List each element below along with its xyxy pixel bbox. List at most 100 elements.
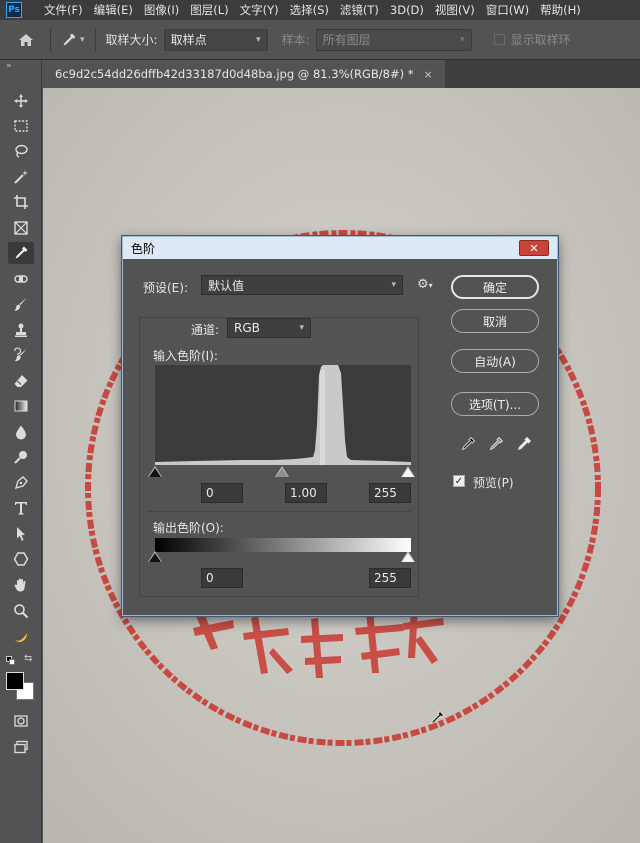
crop-icon: [14, 195, 28, 209]
gradient-tool[interactable]: [8, 395, 34, 417]
sample-select: 所有图层 ▾: [315, 28, 472, 51]
photoshop-logo: Ps: [6, 2, 22, 18]
menu-edit[interactable]: 编辑(E): [94, 2, 133, 18]
frame-tool[interactable]: [8, 217, 34, 239]
dialog-title-bar[interactable]: 色阶 ✕: [123, 237, 557, 259]
eyedropper-icon: [63, 33, 76, 45]
quick-mask-button[interactable]: [8, 710, 34, 732]
hexagon-icon: [13, 552, 29, 566]
auto-button-label: 自动(A): [474, 354, 516, 369]
home-button[interactable]: [12, 26, 40, 54]
sample-value: 所有图层: [322, 33, 371, 47]
input-white-value: 255: [374, 486, 397, 500]
output-black-handle[interactable]: [149, 553, 161, 562]
channel-label: 通道:: [189, 321, 222, 338]
swap-colors-icon[interactable]: ⇆: [24, 653, 32, 664]
levels-dialog: 色阶 ✕ 预设(E): 默认值 ▾ ⚙▾ 通道: RGB ▾ 输入色阶(I):: [122, 236, 558, 616]
eraser-tool[interactable]: [8, 370, 34, 392]
default-colors-icon[interactable]: [6, 656, 16, 666]
input-white-field[interactable]: 255: [369, 483, 411, 503]
input-levels-label: 输入色阶(I):: [153, 349, 218, 363]
menu-view[interactable]: 视图(V): [435, 2, 475, 18]
output-levels-slider[interactable]: [148, 550, 415, 564]
cancel-button[interactable]: 取消: [451, 309, 539, 333]
hand-tool[interactable]: [8, 574, 34, 596]
input-white-handle[interactable]: [402, 468, 414, 477]
black-point-eyedropper[interactable]: [457, 433, 479, 455]
gray-point-eyedropper[interactable]: [485, 433, 507, 455]
menu-select[interactable]: 选择(S): [290, 2, 329, 18]
preset-value: 默认值: [208, 278, 245, 293]
document-tab-bar: 6c9d2c54dd26dffb42d33187d0d48ba.jpg @ 81…: [43, 60, 640, 88]
ok-button[interactable]: 确定: [451, 275, 539, 299]
preset-select[interactable]: 默认值 ▾: [201, 275, 403, 295]
sample-label: 样本:: [281, 33, 310, 47]
stamp-icon: [15, 323, 27, 337]
pen-tool[interactable]: [8, 472, 34, 494]
dodge-tool[interactable]: [8, 446, 34, 468]
chevron-down-icon: ▾: [460, 34, 465, 45]
output-white-handle[interactable]: [402, 553, 414, 562]
auto-button[interactable]: 自动(A): [451, 349, 539, 373]
close-icon[interactable]: ×: [424, 68, 433, 81]
menu-help[interactable]: 帮助(H): [540, 2, 581, 18]
preset-options-gear-icon[interactable]: ⚙▾: [417, 277, 433, 292]
banana-tool[interactable]: [8, 626, 34, 648]
output-black-value: 0: [206, 571, 214, 585]
history-brush-icon: [13, 347, 27, 362]
magic-wand-icon: [14, 170, 28, 184]
white-point-eyedropper[interactable]: [513, 433, 535, 455]
input-black-field[interactable]: 0: [201, 483, 243, 503]
crop-tool[interactable]: [8, 191, 34, 213]
gradient-icon: [14, 400, 28, 412]
input-gamma-handle[interactable]: [276, 468, 288, 477]
brush-tool[interactable]: [8, 293, 34, 315]
history-brush-tool[interactable]: [8, 344, 34, 366]
channel-select[interactable]: RGB ▾: [227, 318, 311, 338]
marquee-tool[interactable]: [8, 115, 34, 137]
zoom-tool[interactable]: [8, 600, 34, 622]
clone-stamp-tool[interactable]: [8, 319, 34, 341]
preview-checkbox[interactable]: ✓: [453, 475, 465, 487]
type-tool[interactable]: [8, 497, 34, 519]
input-gamma-field[interactable]: 1.00: [285, 483, 327, 503]
screen-mode-button[interactable]: [8, 736, 34, 758]
lasso-tool[interactable]: [8, 140, 34, 162]
eyedropper-tool[interactable]: [8, 242, 34, 264]
magic-wand-tool[interactable]: [8, 166, 34, 188]
menu-type[interactable]: 文字(Y): [240, 2, 279, 18]
input-black-value: 0: [206, 486, 214, 500]
drop-icon: [16, 425, 26, 440]
dialog-close-button[interactable]: ✕: [519, 240, 549, 256]
blur-tool[interactable]: [8, 421, 34, 443]
tool-preset-picker[interactable]: ▾: [61, 32, 85, 48]
menu-filter[interactable]: 滤镜(T): [340, 2, 379, 18]
options-button[interactable]: 选项(T)...: [451, 392, 539, 416]
chevron-down-icon: ▾: [80, 34, 85, 45]
quick-mask-icon: [14, 715, 28, 727]
spot-healing-tool[interactable]: [8, 268, 34, 290]
eyedropper-icon: [15, 246, 28, 259]
menu-layer[interactable]: 图层(L): [190, 2, 228, 18]
input-black-handle[interactable]: [149, 468, 161, 477]
move-tool[interactable]: [8, 90, 34, 112]
output-black-field[interactable]: 0: [201, 568, 243, 588]
document-tab-title: 6c9d2c54dd26dffb42d33187d0d48ba.jpg @ 81…: [55, 67, 414, 81]
menu-file[interactable]: 文件(F): [44, 2, 83, 18]
collapse-arrows-icon[interactable]: »: [6, 61, 11, 71]
dodge-icon: [14, 451, 27, 464]
path-selection-tool[interactable]: [8, 523, 34, 545]
document-tab[interactable]: 6c9d2c54dd26dffb42d33187d0d48ba.jpg @ 81…: [43, 60, 445, 88]
menu-window[interactable]: 窗口(W): [486, 2, 529, 18]
shape-tool[interactable]: [8, 548, 34, 570]
output-white-field[interactable]: 255: [369, 568, 411, 588]
histogram: [155, 365, 411, 465]
menu-3d[interactable]: 3D(D): [390, 3, 424, 17]
eraser-icon: [14, 375, 28, 387]
input-levels-slider[interactable]: [148, 465, 415, 479]
hand-icon: [14, 578, 26, 592]
foreground-color-swatch[interactable]: [6, 672, 24, 690]
menu-image[interactable]: 图像(I): [144, 2, 179, 18]
show-ring-toggle: 显示取样环: [493, 31, 577, 48]
sample-size-select[interactable]: 取样点 ▾: [163, 28, 268, 51]
